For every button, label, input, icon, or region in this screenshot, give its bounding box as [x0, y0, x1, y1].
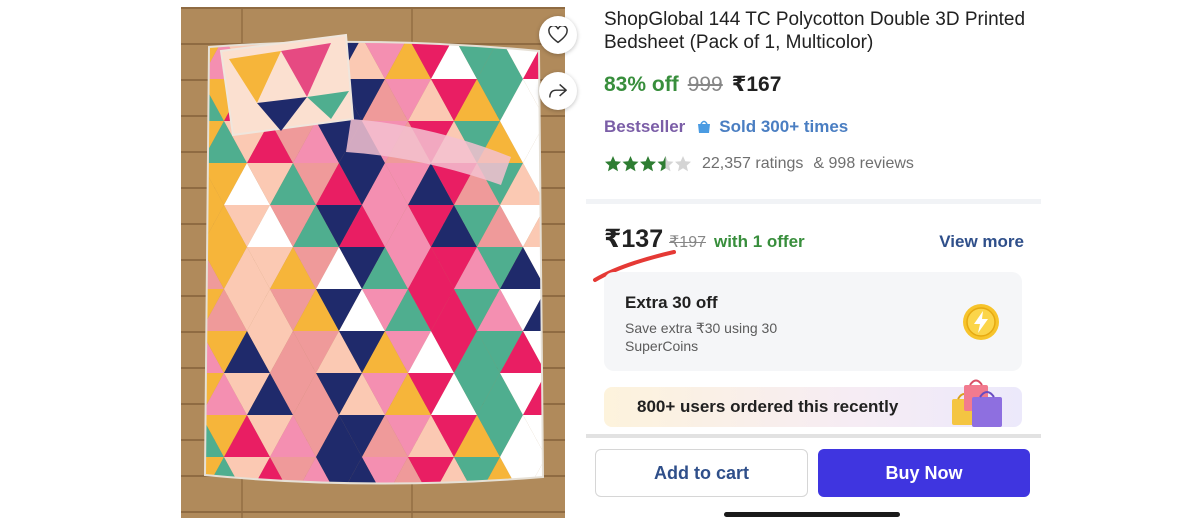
view-more-link[interactable]: View more [939, 232, 1024, 252]
add-to-cart-button[interactable]: Add to cart [595, 449, 808, 497]
selling-price: ₹167 [731, 73, 782, 96]
footer-divider [586, 434, 1041, 438]
section-divider [586, 199, 1041, 204]
sold-count-badge: Sold 300+ times [695, 117, 848, 137]
offer-count-label: with 1 offer [713, 232, 805, 251]
wishlist-button[interactable] [539, 16, 577, 54]
lightning-coin-icon [963, 304, 999, 340]
supercoins-title: Extra 30 off [625, 293, 718, 312]
star-rating [604, 155, 692, 173]
product-page: ShopGlobal 144 TC Polycotton Double 3D P… [0, 0, 1200, 525]
bedsheet-illustration [181, 7, 565, 518]
ratings-row[interactable]: 22,357 ratings & 998 reviews [604, 155, 914, 173]
discount-percent: 83% off [604, 73, 679, 96]
share-icon [549, 83, 567, 98]
sold-bag-icon [698, 120, 711, 133]
reviews-count: & 998 reviews [813, 155, 914, 172]
supercoins-card[interactable]: Extra 30 off Save extra ₹30 using 30 Sup… [604, 272, 1022, 371]
product-image[interactable] [181, 7, 565, 518]
heart-icon [548, 26, 568, 44]
stars-icon [605, 156, 691, 172]
recent-orders-text: 800+ users ordered this recently [637, 397, 899, 416]
home-indicator[interactable] [724, 512, 900, 517]
price-row: 83% off 999 ₹167 [604, 72, 781, 97]
sold-count-label: Sold 300+ times [719, 117, 849, 136]
buy-now-button[interactable]: Buy Now [818, 449, 1030, 497]
recent-orders-banner: 800+ users ordered this recently [604, 379, 1022, 427]
ratings-count: 22,357 ratings [702, 155, 804, 172]
shopping-bags-icon [952, 379, 1002, 427]
share-button[interactable] [539, 72, 577, 110]
bestseller-badge: Bestseller [604, 117, 686, 136]
original-price: 999 [687, 73, 723, 96]
badges-row: Bestseller Sold 300+ times [604, 117, 848, 137]
supercoins-description: Save extra ₹30 using 30 SuperCoins [625, 320, 778, 354]
product-title: ShopGlobal 144 TC Polycotton Double 3D P… [604, 9, 1026, 53]
